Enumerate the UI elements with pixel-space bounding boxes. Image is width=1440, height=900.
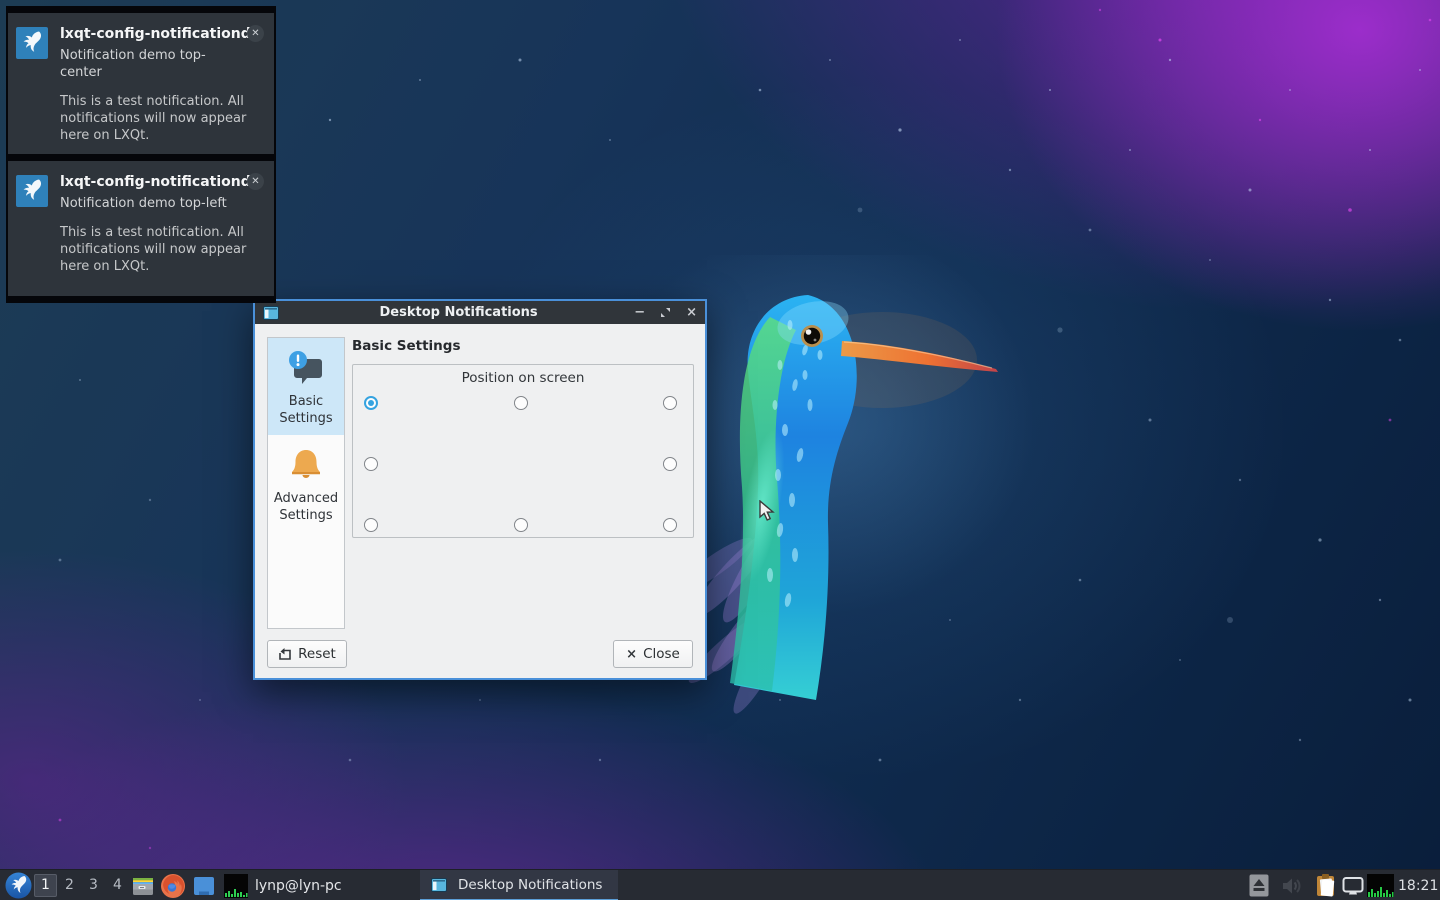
bird-body [734, 295, 857, 700]
settings-sidebar: Basic Settings Advanced Settings [267, 337, 345, 629]
workspace-3[interactable]: 3 [82, 874, 105, 897]
radio-position-top-right[interactable] [663, 396, 677, 410]
restore-button[interactable] [660, 307, 671, 318]
speaker-icon [1280, 875, 1302, 897]
close-button[interactable]: × Close [613, 640, 693, 668]
bird-beak [841, 341, 998, 372]
reset-button-label: Reset [298, 646, 336, 662]
taskbar-task-terminal[interactable]: lynp@lyn-pc [224, 870, 342, 900]
removable-media-tray-icon[interactable] [1249, 870, 1269, 900]
terminal-thumbnail-icon [224, 874, 248, 898]
file-manager-icon [131, 874, 155, 898]
workspace-2[interactable]: 2 [58, 874, 81, 897]
clipboard-tray-icon[interactable] [1315, 870, 1338, 900]
radio-position-bottom-right[interactable] [663, 518, 677, 532]
clipboard-icon [1315, 873, 1338, 898]
lxqt-app-icon [16, 27, 48, 59]
close-window-button[interactable]: × [686, 301, 697, 324]
volume-tray-icon[interactable] [1280, 870, 1302, 900]
bird-eye [801, 325, 823, 347]
workspace-switcher: 1 2 3 4 [34, 870, 129, 900]
taskbar-panel: 1 2 3 4 [0, 869, 1440, 900]
sidebar-item-label: Basic Settings [270, 393, 342, 427]
radio-position-top-center[interactable] [514, 396, 528, 410]
sidebar-item-advanced-settings[interactable]: Advanced Settings [268, 435, 344, 532]
minimize-button[interactable]: − [634, 301, 645, 324]
desktop-notifications-window: Desktop Notifications − × [253, 299, 707, 680]
notification-popup[interactable]: lxqt-config-notificationd Notification d… [6, 6, 276, 163]
firefox-icon [160, 873, 186, 899]
lxqt-app-icon [16, 175, 48, 207]
file-manager-launcher[interactable] [131, 870, 155, 900]
workspace-4[interactable]: 4 [106, 874, 129, 897]
reset-button[interactable]: Reset [267, 640, 347, 668]
close-button-label: Close [643, 646, 680, 662]
notification-app-name: lxqt-config-notificationd [60, 173, 266, 191]
basic-settings-icon [285, 347, 327, 389]
task-label: lynp@lyn-pc [255, 878, 342, 894]
mouse-cursor [758, 500, 778, 522]
bird-back [730, 317, 796, 691]
lxqt-menu-icon [5, 872, 32, 899]
radio-position-bottom-center[interactable] [514, 518, 528, 532]
notification-popup[interactable]: lxqt-config-notificationd Notification d… [6, 154, 276, 303]
notification-body: This is a test notification. All notific… [60, 93, 260, 144]
clock[interactable]: 18:21 [1398, 870, 1440, 900]
blue-window-icon [192, 874, 216, 898]
group-title: Position on screen [353, 365, 693, 386]
monitor-icon [1341, 875, 1365, 897]
page-heading: Basic Settings [352, 338, 461, 354]
sidebar-item-label: Advanced Settings [270, 490, 342, 524]
notification-summary: Notification demo top-left [60, 195, 230, 212]
notification-summary: Notification demo top-center [60, 47, 230, 81]
system-monitor-tray-icon[interactable] [1367, 870, 1394, 900]
radio-position-middle-right[interactable] [663, 457, 677, 471]
firefox-launcher[interactable] [160, 870, 186, 900]
window-icon [431, 878, 447, 892]
notification-body: This is a test notification. All notific… [60, 224, 260, 275]
restore-icon [660, 307, 671, 318]
window-titlebar[interactable]: Desktop Notifications − × [255, 301, 705, 324]
advanced-settings-bell-icon [285, 444, 327, 486]
notification-close-icon[interactable]: ✕ [247, 173, 264, 190]
window-title: Desktop Notifications [283, 305, 634, 320]
radio-position-top-left[interactable] [364, 396, 378, 410]
radio-position-bottom-left[interactable] [364, 518, 378, 532]
window-icon [263, 306, 279, 320]
notification-app-name: lxqt-config-notificationd [60, 25, 266, 43]
close-icon: × [626, 647, 637, 662]
taskbar-task-desktop-notifications[interactable]: Desktop Notifications [420, 870, 618, 900]
display-tray-icon[interactable] [1341, 870, 1365, 900]
eject-icon [1249, 874, 1269, 897]
desktop: lxqt-config-notificationd Notification d… [0, 0, 1440, 900]
cpu-graph-icon [1367, 874, 1394, 897]
reset-icon [278, 647, 292, 661]
workspace-1[interactable]: 1 [34, 874, 57, 897]
app-menu-button[interactable] [3, 870, 33, 900]
position-on-screen-group: Position on screen [352, 364, 694, 538]
task-label: Desktop Notifications [458, 877, 602, 893]
radio-position-middle-left[interactable] [364, 457, 378, 471]
desktop-launcher[interactable] [192, 870, 216, 900]
notification-close-icon[interactable]: ✕ [247, 25, 264, 42]
sidebar-item-basic-settings[interactable]: Basic Settings [268, 338, 344, 435]
